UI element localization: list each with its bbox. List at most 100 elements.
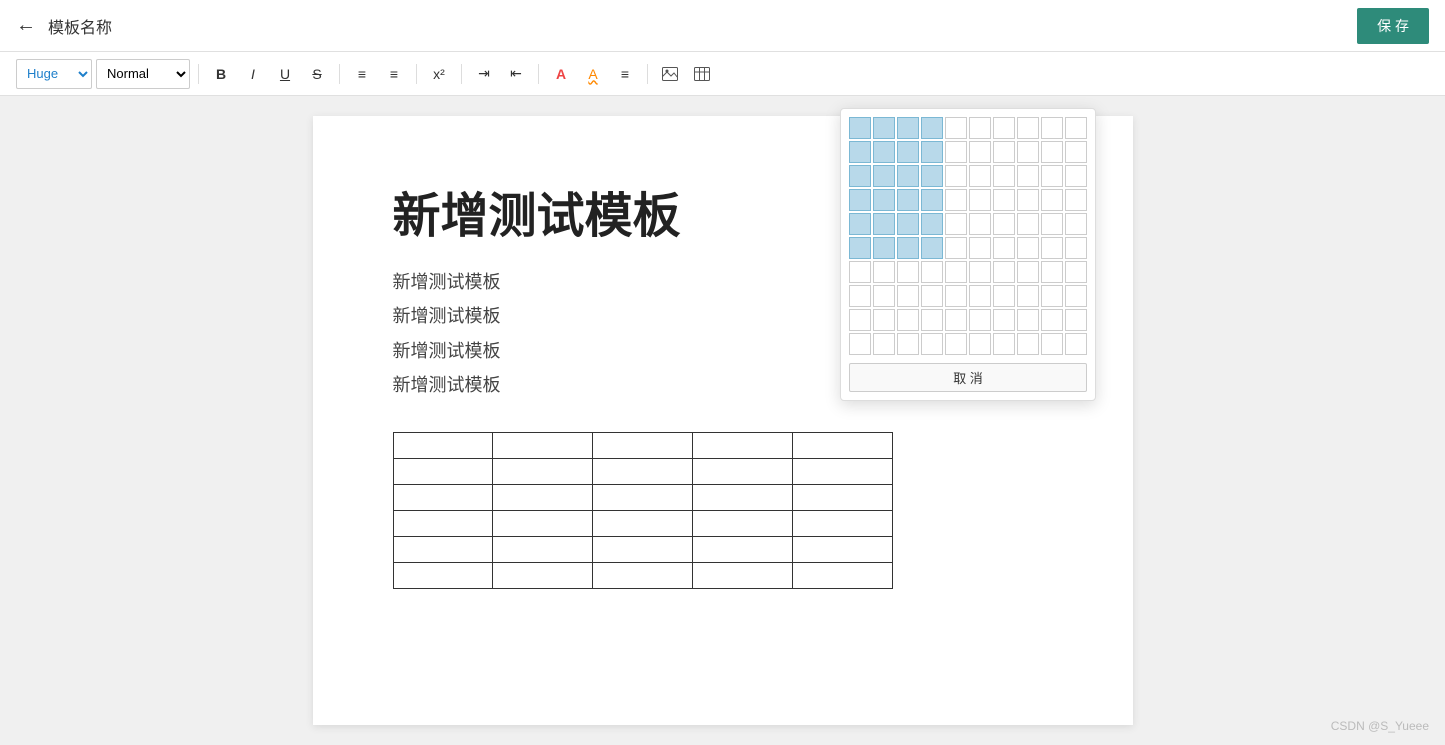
picker-cell[interactable]	[849, 189, 871, 211]
picker-cell[interactable]	[1065, 117, 1087, 139]
picker-cell[interactable]	[849, 333, 871, 355]
picker-cell[interactable]	[873, 285, 895, 307]
picker-cell[interactable]	[849, 285, 871, 307]
picker-cell[interactable]	[849, 165, 871, 187]
picker-cell[interactable]	[897, 165, 919, 187]
font-color-button[interactable]: A	[547, 60, 575, 88]
picker-cell[interactable]	[1041, 309, 1063, 331]
picker-cell[interactable]	[873, 165, 895, 187]
picker-cell[interactable]	[873, 213, 895, 235]
picker-cell[interactable]	[969, 141, 991, 163]
picker-cell[interactable]	[849, 261, 871, 283]
image-button[interactable]	[656, 60, 684, 88]
picker-cell[interactable]	[1065, 141, 1087, 163]
picker-cell[interactable]	[969, 237, 991, 259]
picker-cell[interactable]	[993, 309, 1015, 331]
picker-cell[interactable]	[993, 189, 1015, 211]
picker-cell[interactable]	[993, 117, 1015, 139]
picker-cell[interactable]	[1065, 333, 1087, 355]
picker-cell[interactable]	[993, 237, 1015, 259]
picker-cell[interactable]	[921, 189, 943, 211]
picker-cell[interactable]	[849, 237, 871, 259]
underline-button[interactable]: U	[271, 60, 299, 88]
picker-cell[interactable]	[897, 213, 919, 235]
picker-cell[interactable]	[873, 189, 895, 211]
picker-cell[interactable]	[897, 333, 919, 355]
align-button[interactable]: ≡	[611, 60, 639, 88]
ordered-list-button[interactable]: ≡	[348, 60, 376, 88]
picker-cell[interactable]	[945, 237, 967, 259]
picker-cell[interactable]	[1041, 285, 1063, 307]
font-style-select[interactable]: Normal Heading 1 Heading 2	[96, 59, 190, 89]
picker-cell[interactable]	[945, 309, 967, 331]
picker-cell[interactable]	[945, 189, 967, 211]
picker-cell[interactable]	[921, 213, 943, 235]
picker-cell[interactable]	[1065, 237, 1087, 259]
superscript-button[interactable]: x²	[425, 60, 453, 88]
picker-cell[interactable]	[1017, 189, 1039, 211]
picker-cell[interactable]	[897, 285, 919, 307]
picker-cell[interactable]	[1017, 213, 1039, 235]
picker-cell[interactable]	[969, 309, 991, 331]
picker-cell[interactable]	[921, 237, 943, 259]
picker-cell[interactable]	[921, 261, 943, 283]
editor-container[interactable]: 新增测试模板 新增测试模板 新增测试模板 新增测试模板 新增测试模板	[0, 96, 1445, 745]
picker-cell[interactable]	[1017, 165, 1039, 187]
indent-increase-button[interactable]: ⇥	[470, 60, 498, 88]
save-button[interactable]: 保 存	[1357, 8, 1429, 44]
picker-cell[interactable]	[897, 261, 919, 283]
back-icon[interactable]: ←	[16, 14, 36, 37]
picker-cell[interactable]	[1041, 165, 1063, 187]
picker-cell[interactable]	[993, 141, 1015, 163]
picker-cell[interactable]	[1041, 141, 1063, 163]
picker-cell[interactable]	[1041, 189, 1063, 211]
picker-cell[interactable]	[897, 237, 919, 259]
picker-cell[interactable]	[1017, 333, 1039, 355]
picker-cell[interactable]	[969, 117, 991, 139]
strikethrough-button[interactable]: S	[303, 60, 331, 88]
picker-cell[interactable]	[1065, 309, 1087, 331]
picker-cell[interactable]	[1017, 285, 1039, 307]
picker-cell[interactable]	[969, 261, 991, 283]
picker-cell[interactable]	[969, 165, 991, 187]
picker-cell[interactable]	[1065, 285, 1087, 307]
picker-cell[interactable]	[1065, 189, 1087, 211]
picker-cell[interactable]	[969, 189, 991, 211]
picker-cell[interactable]	[921, 141, 943, 163]
picker-cell[interactable]	[1065, 261, 1087, 283]
picker-cell[interactable]	[921, 333, 943, 355]
picker-cell[interactable]	[969, 213, 991, 235]
picker-cell[interactable]	[1041, 213, 1063, 235]
picker-cell[interactable]	[945, 213, 967, 235]
bold-button[interactable]: B	[207, 60, 235, 88]
picker-cell[interactable]	[873, 261, 895, 283]
picker-cell[interactable]	[1017, 141, 1039, 163]
picker-cell[interactable]	[1017, 117, 1039, 139]
picker-cell[interactable]	[921, 285, 943, 307]
italic-button[interactable]: I	[239, 60, 267, 88]
picker-cell[interactable]	[945, 333, 967, 355]
picker-cell[interactable]	[849, 213, 871, 235]
picker-cell[interactable]	[1065, 213, 1087, 235]
picker-cell[interactable]	[1017, 261, 1039, 283]
font-size-select[interactable]: Huge Large Normal Small	[16, 59, 92, 89]
picker-cell[interactable]	[921, 117, 943, 139]
picker-cell[interactable]	[873, 117, 895, 139]
picker-cell[interactable]	[921, 165, 943, 187]
indent-decrease-button[interactable]: ⇤	[502, 60, 530, 88]
picker-cell[interactable]	[1065, 165, 1087, 187]
picker-cell[interactable]	[969, 285, 991, 307]
table-insert-button[interactable]	[688, 60, 716, 88]
picker-cell[interactable]	[897, 189, 919, 211]
picker-cell[interactable]	[945, 141, 967, 163]
picker-cell[interactable]	[993, 261, 1015, 283]
picker-cell[interactable]	[993, 285, 1015, 307]
picker-cell[interactable]	[921, 309, 943, 331]
highlight-button[interactable]: A	[579, 60, 607, 88]
picker-cell[interactable]	[897, 309, 919, 331]
picker-cell[interactable]	[873, 309, 895, 331]
picker-cell[interactable]	[945, 261, 967, 283]
picker-cell[interactable]	[993, 333, 1015, 355]
picker-cell[interactable]	[849, 309, 871, 331]
picker-cell[interactable]	[1041, 333, 1063, 355]
